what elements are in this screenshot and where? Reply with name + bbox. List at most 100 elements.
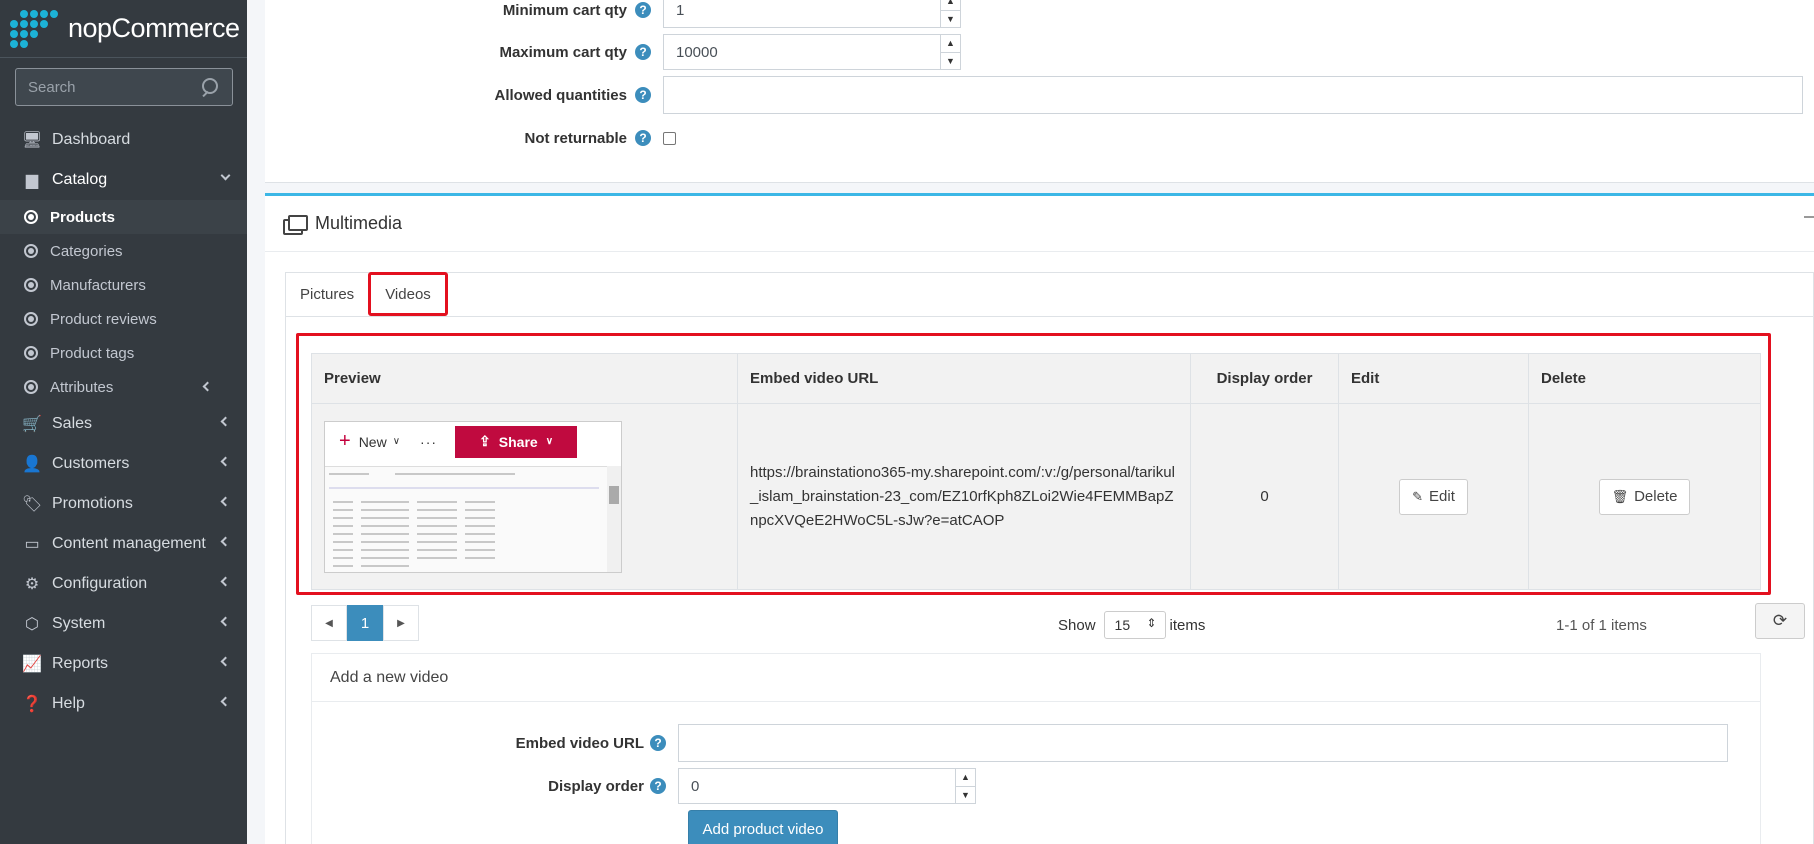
show-label: Show xyxy=(1058,616,1096,634)
multimedia-card: Multimedia Pictures Videos Preview Embed… xyxy=(265,193,1814,844)
preview-toolbar: + New ∨ ··· ⇪ Share ∨ xyxy=(325,422,621,462)
sidebar-item-products[interactable]: Products xyxy=(0,200,247,234)
form-label: Embed video URL xyxy=(515,734,644,752)
column-header: Embed video URL xyxy=(737,353,1191,404)
sidebar-item-system[interactable]: ⬡ System xyxy=(0,604,247,644)
circle-dot-icon xyxy=(24,210,38,224)
sidebar-item-customers[interactable]: 👤 Customers xyxy=(0,444,247,484)
input-value: 0 xyxy=(691,777,700,795)
edit-button[interactable]: ✎ Edit xyxy=(1399,478,1468,515)
arrow-up-icon[interactable]: ▲ xyxy=(941,35,960,52)
allowed-quantities-row: Allowed quantities ? xyxy=(265,76,1803,114)
collapse-icon[interactable] xyxy=(1804,216,1814,218)
page-size-select[interactable]: 15 xyxy=(1103,611,1166,639)
sidebar-item-sales[interactable]: 🛒 Sales xyxy=(0,404,247,444)
sidebar-item-manufacturers[interactable]: Manufacturers xyxy=(0,268,247,302)
display-order-input[interactable]: 0 ▲ ▼ xyxy=(678,768,976,804)
arrow-down-icon[interactable]: ▼ xyxy=(956,785,975,804)
sidebar-item-categories[interactable]: Categories xyxy=(0,234,247,268)
sidebar-item-label: Categories xyxy=(50,242,123,260)
sidebar-item-content-management[interactable]: ▭ Content management xyxy=(0,524,247,564)
sidebar-item-help[interactable]: ❓ Help xyxy=(0,684,247,724)
form-label: Allowed quantities xyxy=(494,86,627,104)
help-icon[interactable]: ? xyxy=(635,44,651,60)
sidebar-item-dashboard[interactable]: 🖥 Dashboard xyxy=(0,120,247,160)
table-row: + New ∨ ··· ⇪ Share ∨ https://brainstati… xyxy=(311,403,1761,590)
column-header: Edit xyxy=(1338,353,1529,404)
tab-videos[interactable]: Videos xyxy=(368,272,448,316)
add-video-panel: Add a new video Embed video URL ? Displa… xyxy=(311,653,1761,844)
help-icon[interactable]: ? xyxy=(650,735,666,751)
sidebar-item-label: Attributes xyxy=(50,378,114,396)
spinner[interactable]: ▲ ▼ xyxy=(955,769,975,803)
help-icon[interactable]: ? xyxy=(650,778,666,794)
chevron-left-icon xyxy=(220,496,231,507)
circle-dot-icon xyxy=(24,346,38,360)
spinner[interactable]: ▲ ▼ xyxy=(940,35,960,69)
chevron-left-icon xyxy=(220,536,231,547)
tab-pictures[interactable]: Pictures xyxy=(286,272,368,316)
share-icon: ⇪ xyxy=(479,433,491,449)
chevron-left-icon xyxy=(220,616,231,627)
prev-page-button[interactable]: ◀ xyxy=(311,605,347,641)
circle-dot-icon xyxy=(24,380,38,394)
max-cart-qty-row: Maximum cart qty ? 10000 ▲ ▼ xyxy=(265,33,961,71)
help-icon[interactable]: ? xyxy=(635,2,651,18)
sidebar-item-product-tags[interactable]: Product tags xyxy=(0,336,247,370)
max-cart-qty-input[interactable]: 10000 ▲ ▼ xyxy=(663,34,961,70)
column-header: Delete xyxy=(1528,353,1761,404)
sidebar-item-promotions[interactable]: 🏷 Promotions xyxy=(0,484,247,524)
sidebar-item-product-reviews[interactable]: Product reviews xyxy=(0,302,247,336)
chart-icon: 📈 xyxy=(22,656,42,673)
chevron-down-icon xyxy=(220,170,231,181)
sidebar-item-configuration[interactable]: ⚙ Configuration xyxy=(0,564,247,604)
pagination: ◀ 1 ▶ xyxy=(311,605,419,641)
search-input[interactable]: Search xyxy=(15,68,233,106)
form-label: Display order xyxy=(548,777,644,795)
items-count: 1-1 of 1 items xyxy=(1556,617,1647,634)
form-label: Maximum cart qty xyxy=(499,43,627,61)
search-icon[interactable] xyxy=(200,77,220,97)
help-icon[interactable]: ? xyxy=(635,87,651,103)
question-icon: ❓ xyxy=(22,696,42,713)
arrow-down-icon[interactable]: ▼ xyxy=(941,51,960,70)
preview-scrollbar xyxy=(607,465,621,572)
share-label: Share xyxy=(498,433,538,450)
card-title: Multimedia xyxy=(315,213,403,233)
not-returnable-checkbox[interactable] xyxy=(663,131,676,145)
arrow-up-icon[interactable]: ▲ xyxy=(956,769,975,786)
more-icon: ··· xyxy=(420,433,438,450)
url-cell: https://brainstationo365-my.sharepoint.c… xyxy=(737,403,1191,590)
arrow-down-icon[interactable]: ▼ xyxy=(941,9,960,28)
multimedia-header[interactable]: Multimedia xyxy=(265,196,1814,252)
arrow-up-icon[interactable]: ▲ xyxy=(941,0,960,10)
desktop-icon: ▭ xyxy=(24,536,40,553)
logo[interactable]: nopCommerce xyxy=(0,0,247,58)
delete-label: Delete xyxy=(1634,488,1678,505)
sidebar-item-reports[interactable]: 📈 Reports xyxy=(0,644,247,684)
main-content: Minimum cart qty ? 1 ▲ ▼ Maximum cart qty… xyxy=(265,0,1814,844)
next-page-button[interactable]: ▶ xyxy=(383,605,419,641)
table-header-row: Preview Embed video URL Display order Ed… xyxy=(311,353,1761,404)
cube-icon: ⬡ xyxy=(25,616,39,633)
sidebar-item-label: Sales xyxy=(52,415,93,432)
form-label: Minimum cart qty xyxy=(502,1,627,19)
spinner[interactable]: ▲ ▼ xyxy=(940,0,960,27)
page-button[interactable]: 1 xyxy=(347,605,383,641)
video-preview[interactable]: + New ∨ ··· ⇪ Share ∨ xyxy=(324,420,622,573)
sidebar-item-label: Products xyxy=(50,208,116,226)
sidebar-item-attributes[interactable]: Attributes xyxy=(0,370,247,404)
sidebar-item-label: Content management xyxy=(52,535,206,552)
sidebar-item-catalog[interactable]: ▆ Catalog xyxy=(0,160,247,200)
help-icon[interactable]: ? xyxy=(635,130,651,146)
chevron-left-icon xyxy=(202,381,213,392)
refresh-button[interactable]: ⟳ xyxy=(1755,603,1805,639)
embed-url-input[interactable] xyxy=(678,724,1728,762)
allowed-quantities-input[interactable] xyxy=(663,76,1803,114)
delete-button[interactable]: 🗑 Delete xyxy=(1598,478,1691,515)
sidebar-item-label: Configuration xyxy=(52,575,148,592)
add-product-video-button[interactable]: Add product video xyxy=(688,810,838,844)
min-cart-qty-input[interactable]: 1 ▲ ▼ xyxy=(663,0,961,28)
multimedia-tabs-panel: Pictures Videos Preview Embed video URL … xyxy=(285,272,1814,844)
edit-cell: ✎ Edit xyxy=(1338,403,1529,590)
